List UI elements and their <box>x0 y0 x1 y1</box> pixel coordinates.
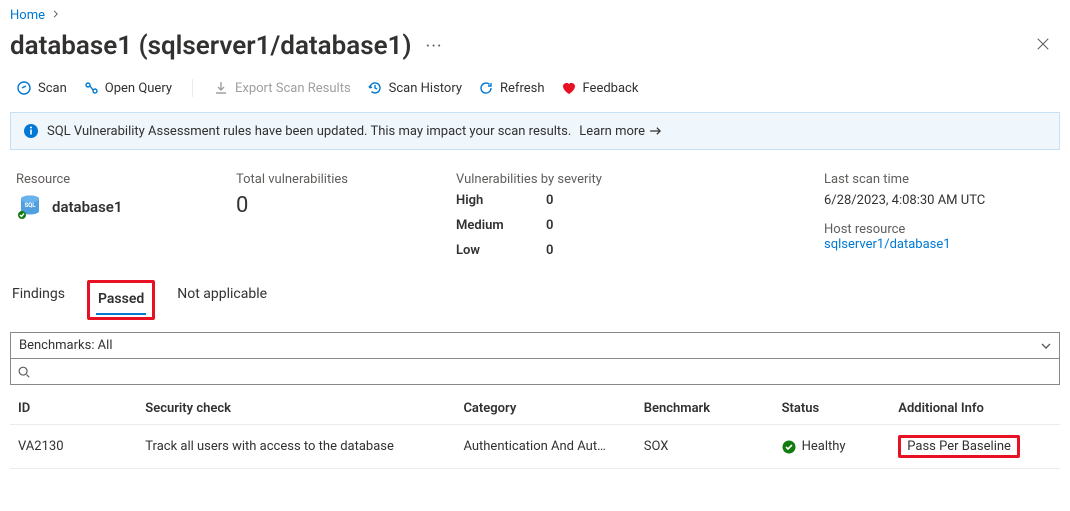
col-status[interactable]: Status <box>774 393 891 425</box>
tab-passed[interactable]: Passed <box>87 280 155 320</box>
refresh-label: Refresh <box>500 81 544 96</box>
total-vuln-value: 0 <box>236 193 416 218</box>
total-vuln-label: Total vulnerabilities <box>236 172 416 187</box>
chevron-right-icon <box>51 8 61 23</box>
col-benchmark[interactable]: Benchmark <box>636 393 774 425</box>
open-query-label: Open Query <box>105 81 172 96</box>
healthy-icon <box>782 440 796 454</box>
sev-high-value: 0 <box>546 193 606 208</box>
col-category[interactable]: Category <box>455 393 635 425</box>
scan-icon <box>16 80 32 96</box>
findings-table: ID Security check Category Benchmark Sta… <box>10 393 1060 469</box>
breadcrumb: Home <box>10 4 1060 29</box>
scan-label: Scan <box>38 81 67 96</box>
history-label: Scan History <box>389 81 462 96</box>
col-additional-info[interactable]: Additional Info <box>890 393 1060 425</box>
resource-name: database1 <box>52 198 122 216</box>
cell-category: Authentication And Aut… <box>455 425 635 469</box>
refresh-icon <box>478 80 494 96</box>
database-icon: SQL <box>16 193 44 221</box>
table-row[interactable]: VA2130 Track all users with access to th… <box>10 425 1060 469</box>
history-icon <box>367 80 383 96</box>
open-query-icon <box>83 80 99 96</box>
export-label: Export Scan Results <box>235 81 351 96</box>
benchmarks-filter[interactable]: Benchmarks: All <box>10 332 1060 359</box>
scan-time-value: 6/28/2023, 4:08:30 AM UTC <box>824 193 1054 208</box>
page-title: database1 (sqlserver1/database1) <box>10 31 412 61</box>
host-link[interactable]: sqlserver1/database1 <box>824 237 1054 252</box>
info-icon <box>23 123 39 139</box>
more-actions-button[interactable]: ··· <box>422 36 447 57</box>
cell-additional-info: Pass Per Baseline <box>890 425 1060 469</box>
search-input[interactable] <box>11 359 1059 384</box>
close-button[interactable] <box>1026 31 1060 61</box>
breadcrumb-home-link[interactable]: Home <box>10 8 45 23</box>
filter-bar: Benchmarks: All <box>10 332 1060 385</box>
learn-more-link[interactable]: Learn more <box>579 124 663 139</box>
summary: Resource SQL database1 Total vulnerabili… <box>10 168 1060 274</box>
export-button: Export Scan Results <box>213 80 351 96</box>
sev-low-label: Low <box>456 243 546 258</box>
severity-label: Vulnerabilities by severity <box>456 172 784 187</box>
host-label: Host resource <box>824 222 1054 237</box>
cell-status: Healthy <box>774 425 891 469</box>
cell-benchmark: SOX <box>636 425 774 469</box>
resource-label: Resource <box>16 172 196 187</box>
tab-not-applicable[interactable]: Not applicable <box>175 280 269 320</box>
pass-per-baseline-badge: Pass Per Baseline <box>898 435 1020 458</box>
toolbar-separator <box>192 79 193 97</box>
toolbar: Scan Open Query Export Scan Results Scan… <box>10 75 1060 108</box>
sev-medium-value: 0 <box>546 218 606 233</box>
feedback-button[interactable]: Feedback <box>561 80 639 96</box>
banner-text: SQL Vulnerability Assessment rules have … <box>47 124 571 139</box>
feedback-label: Feedback <box>583 81 639 96</box>
sev-low-value: 0 <box>546 243 606 258</box>
download-icon <box>213 80 229 96</box>
col-id[interactable]: ID <box>10 393 137 425</box>
refresh-button[interactable]: Refresh <box>478 80 544 96</box>
scan-button[interactable]: Scan <box>16 80 67 96</box>
info-banner: SQL Vulnerability Assessment rules have … <box>10 112 1060 150</box>
sev-medium-label: Medium <box>456 218 546 233</box>
cell-security-check: Track all users with access to the datab… <box>137 425 455 469</box>
svg-text:SQL: SQL <box>24 202 36 209</box>
tab-findings[interactable]: Findings <box>10 280 67 320</box>
heart-icon <box>561 80 577 96</box>
scan-time-label: Last scan time <box>824 172 1054 187</box>
sev-high-label: High <box>456 193 546 208</box>
search-icon <box>17 365 31 379</box>
col-security-check[interactable]: Security check <box>137 393 455 425</box>
history-button[interactable]: Scan History <box>367 80 462 96</box>
cell-id: VA2130 <box>10 425 137 469</box>
open-query-button[interactable]: Open Query <box>83 80 172 96</box>
tabs: Findings Passed Not applicable <box>10 274 1060 320</box>
